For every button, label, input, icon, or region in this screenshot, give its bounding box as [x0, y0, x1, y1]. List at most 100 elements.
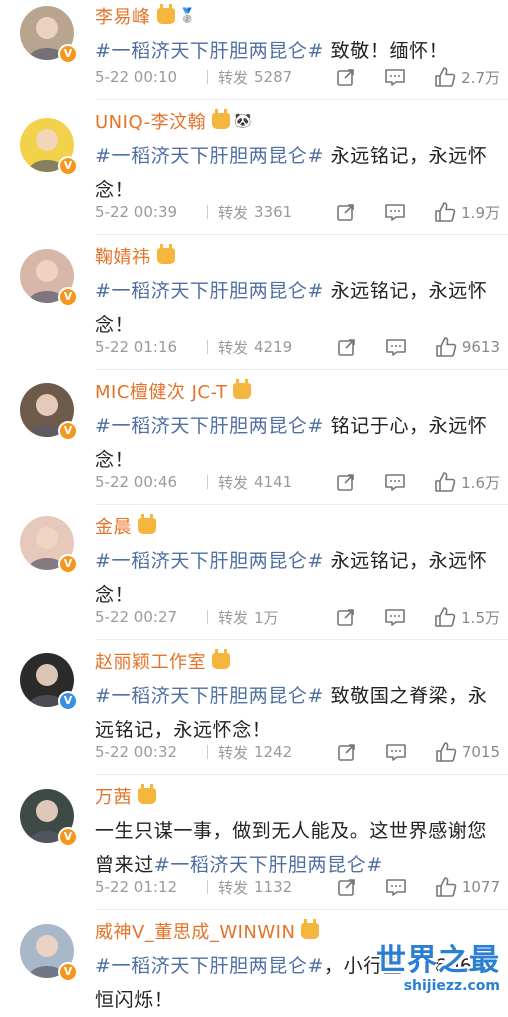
comment-text: 一生只谋一事，做到无人能及。这世界感谢您曾来过#一稻济天下肝胆两昆仑#: [95, 814, 500, 882]
comment-text: #一稻济天下肝胆两昆仑# 铭记于心，永远怀念！: [95, 409, 500, 477]
like-button[interactable]: 1077: [435, 876, 500, 898]
avatar[interactable]: V: [20, 118, 78, 176]
separator: [207, 475, 208, 489]
user-name[interactable]: 赵丽颖工作室: [95, 648, 206, 674]
comment-icon[interactable]: [384, 472, 406, 492]
name-row: 威神V_董思成_WINWIN: [95, 918, 320, 944]
action-icons: 2.7万: [308, 65, 500, 89]
like-button[interactable]: 2.7万: [434, 66, 500, 88]
user-name[interactable]: 李易峰: [95, 3, 151, 29]
comment-text: #一稻济天下肝胆两昆仑# 永远铭记，永远怀念！: [95, 274, 500, 342]
repost-count: 1万: [254, 608, 279, 627]
timestamp: 5-22 00:10: [95, 68, 178, 86]
like-count: 7015: [461, 743, 500, 761]
verified-badge-icon: V: [58, 554, 78, 574]
hashtag-link[interactable]: #一稻济天下肝胆两昆仑#: [95, 550, 324, 572]
repost-count: 4141: [254, 473, 293, 491]
thumbs-up-icon: [435, 607, 456, 627]
separator: [207, 610, 208, 624]
name-row: 赵丽颖工作室: [95, 648, 230, 674]
like-button[interactable]: 1.6万: [434, 471, 500, 493]
action-icons: 1.6万: [308, 470, 500, 494]
comment-icon[interactable]: [384, 202, 406, 222]
share-icon[interactable]: [337, 337, 357, 357]
user-name[interactable]: 万茜: [95, 783, 132, 809]
share-icon[interactable]: [337, 742, 357, 762]
avatar[interactable]: V: [20, 383, 78, 441]
vip-crown-icon: [301, 919, 320, 939]
hashtag-link[interactable]: #一稻济天下肝胆两昆仑#: [95, 415, 324, 437]
action-icons: 1.9万: [308, 200, 500, 224]
verified-badge-icon: V: [58, 827, 78, 847]
verified-badge-icon: V: [58, 962, 78, 982]
like-button[interactable]: 9613: [435, 336, 500, 358]
comment-meta: 5-22 01:16 转发 4219 9613: [95, 335, 508, 359]
comment-meta: 5-22 01:12 转发 1132 1077: [95, 875, 508, 899]
comment-meta: 5-22 00:32 转发 1242 7015: [95, 740, 508, 764]
vip-crown-icon: [138, 514, 156, 534]
avatar[interactable]: V: [20, 516, 78, 574]
separator: [207, 205, 208, 219]
comment-meta: 5-22 00:27 转发 1万 1.5万: [95, 605, 508, 629]
hashtag-link[interactable]: #一稻济天下肝胆两昆仑#: [95, 280, 324, 302]
repost-count: 5287: [254, 68, 293, 86]
comment-icon[interactable]: [385, 877, 407, 897]
comment-text: #一稻济天下肝胆两昆仑# 致敬国之脊梁，永远铭记，永远怀念！: [95, 679, 500, 747]
avatar[interactable]: V: [20, 6, 78, 64]
like-count: 1.9万: [461, 203, 500, 222]
user-name[interactable]: 鞠婧祎: [95, 243, 151, 269]
user-name[interactable]: MIC檀健次 JC-T: [95, 378, 227, 404]
comment-icon[interactable]: [384, 67, 406, 87]
name-row: MIC檀健次 JC-T: [95, 378, 252, 404]
avatar[interactable]: V: [20, 249, 78, 307]
hashtag-link[interactable]: #一稻济天下肝胆两昆仑#: [95, 145, 324, 167]
user-name[interactable]: 威神V_董思成_WINWIN: [95, 918, 295, 944]
repost-label: 转发: [218, 473, 249, 492]
like-count: 1.5万: [461, 608, 500, 627]
like-button[interactable]: 7015: [435, 741, 500, 763]
separator: [207, 340, 208, 354]
hashtag-link[interactable]: #一稻济天下肝胆两昆仑#: [154, 854, 383, 876]
share-icon[interactable]: [336, 607, 356, 627]
avatar[interactable]: V: [20, 924, 78, 982]
action-icons: 7015: [309, 740, 500, 764]
name-row: 鞠婧祎: [95, 243, 175, 269]
like-button[interactable]: 1.9万: [434, 201, 500, 223]
user-name[interactable]: 金晨: [95, 513, 132, 539]
like-count: 1.6万: [461, 473, 500, 492]
verified-badge-icon: V: [58, 691, 78, 711]
user-name[interactable]: UNIQ-李汶翰: [95, 108, 206, 134]
repost-label: 转发: [218, 338, 249, 357]
timestamp: 5-22 01:12: [95, 878, 178, 896]
share-icon[interactable]: [337, 877, 357, 897]
like-button[interactable]: 1.5万: [434, 606, 500, 628]
timestamp: 5-22 00:46: [95, 473, 178, 491]
comment-meta: 5-22 00:10 转发 5287 2.7万: [95, 65, 508, 89]
action-icons: 9613: [309, 335, 500, 359]
site-watermark: 世界之最 shijiezz.com: [376, 944, 500, 995]
timestamp: 5-22 00:32: [95, 743, 178, 761]
vip-crown-icon: [156, 244, 175, 264]
verified-badge-icon: V: [58, 44, 78, 64]
share-icon[interactable]: [336, 472, 356, 492]
comment-icon[interactable]: [385, 337, 407, 357]
hashtag-link[interactable]: #一稻济天下肝胆两昆仑#: [95, 955, 324, 977]
thumbs-up-icon: [435, 67, 456, 87]
separator: [207, 880, 208, 894]
like-count: 1077: [461, 878, 500, 896]
avatar[interactable]: V: [20, 789, 78, 847]
hashtag-link[interactable]: #一稻济天下肝胆两昆仑#: [95, 685, 324, 707]
comment-text: #一稻济天下肝胆两昆仑# 永远铭记，永远怀念！: [95, 544, 500, 612]
repost-count: 4219: [254, 338, 293, 356]
verified-badge-icon: V: [58, 287, 78, 307]
comment-icon[interactable]: [385, 742, 407, 762]
verified-badge-icon: V: [58, 156, 78, 176]
share-icon[interactable]: [336, 67, 356, 87]
divider: [95, 504, 508, 505]
hashtag-link[interactable]: #一稻济天下肝胆两昆仑#: [95, 40, 324, 62]
repost-count: 1242: [254, 743, 293, 761]
like-count: 2.7万: [461, 68, 500, 87]
share-icon[interactable]: [336, 202, 356, 222]
comment-icon[interactable]: [384, 607, 406, 627]
avatar[interactable]: V: [20, 653, 78, 711]
